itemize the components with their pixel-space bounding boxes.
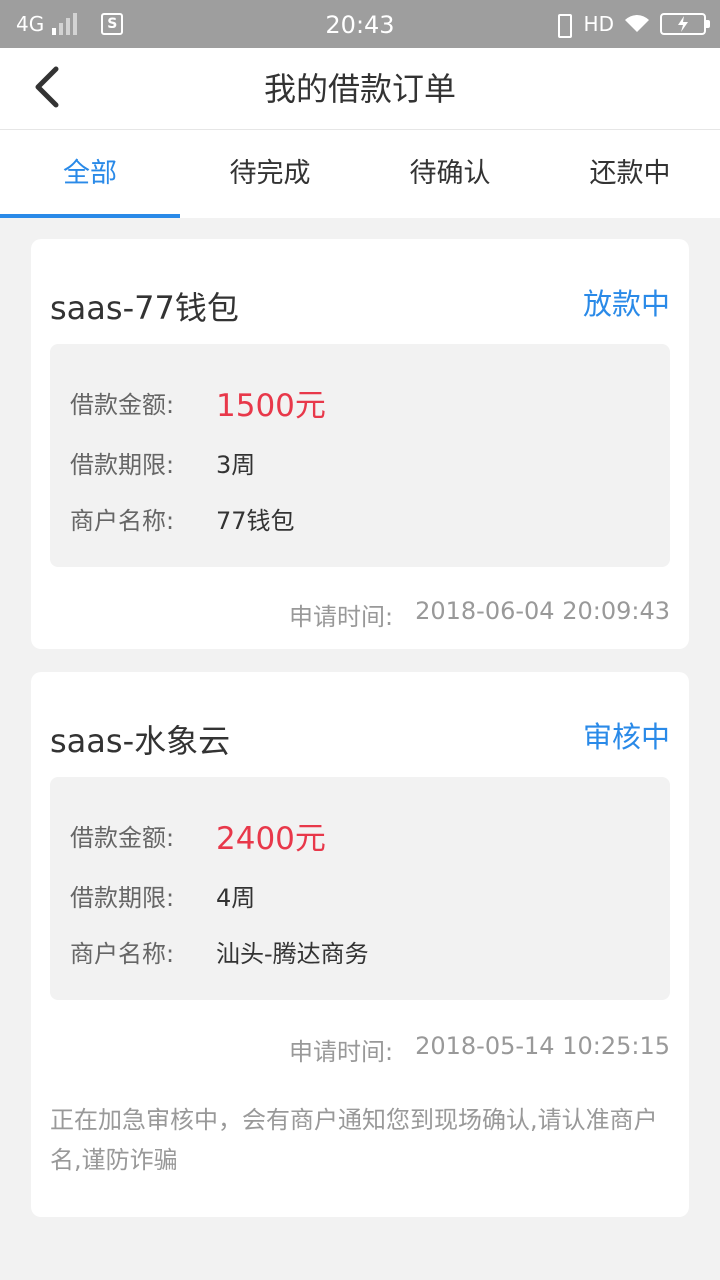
order-details: 借款金额: 1500元 借款期限: 3周 商户名称: 77钱包 xyxy=(50,344,670,567)
tab-pending-complete[interactable]: 待完成 xyxy=(180,130,360,218)
order-details: 借款金额: 2400元 借款期限: 4周 商户名称: 汕头-腾达商务 xyxy=(50,777,670,1000)
apply-time-value: 2018-05-14 10:25:15 xyxy=(415,1032,670,1060)
apply-time: 申请时间: 2018-06-04 20:09:43 xyxy=(289,597,670,632)
merchant-value: 77钱包 xyxy=(216,506,295,535)
term-value: 4周 xyxy=(216,883,256,912)
wifi-icon xyxy=(624,14,650,34)
vibrate-icon xyxy=(552,12,574,38)
review-notice: 正在加急审核中，会有商户通知您到现场确认,请认准商户名,谨防诈骗 xyxy=(50,1106,658,1174)
tab-repaying[interactable]: 还款中 xyxy=(540,130,720,218)
apply-time-label: 申请时间: xyxy=(289,1038,394,1066)
order-tabs: 全部 待完成 待确认 还款中 xyxy=(0,130,720,218)
tab-pending-confirm[interactable]: 待确认 xyxy=(360,130,540,218)
order-status: 放款中 xyxy=(582,287,670,321)
merchant-row: 商户名称: 77钱包 xyxy=(70,498,295,538)
order-status: 审核中 xyxy=(582,720,670,754)
amount-label: 借款金额: xyxy=(70,390,175,419)
amount-row: 借款金额: 1500元 xyxy=(70,382,326,424)
battery-icon xyxy=(660,13,710,35)
apply-time: 申请时间: 2018-05-14 10:25:15 xyxy=(289,1032,670,1067)
term-label: 借款期限: xyxy=(70,883,175,912)
tab-all[interactable]: 全部 xyxy=(0,130,180,218)
order-card[interactable]: saas-水象云 审核中 借款金额: 2400元 借款期限: 4周 商户名称: … xyxy=(31,672,689,1217)
term-row: 借款期限: 3周 xyxy=(70,442,255,482)
page-title: 我的借款订单 xyxy=(263,70,456,108)
hd-indicator: HD xyxy=(583,12,614,36)
status-right: HD xyxy=(552,0,710,48)
term-label: 借款期限: xyxy=(70,450,175,479)
merchant-label: 商户名称: xyxy=(70,939,175,968)
order-title: saas-水象云 xyxy=(50,722,231,760)
header: 我的借款订单 xyxy=(0,48,720,130)
status-bar: 4G S 20:43 HD xyxy=(0,0,720,48)
apply-time-label: 申请时间: xyxy=(289,603,394,631)
merchant-row: 商户名称: 汕头-腾达商务 xyxy=(70,931,369,971)
merchant-value: 汕头-腾达商务 xyxy=(216,939,369,968)
amount-value: 2400元 xyxy=(216,820,326,857)
order-card[interactable]: saas-77钱包 放款中 借款金额: 1500元 借款期限: 3周 商户名称:… xyxy=(31,239,689,649)
amount-row: 借款金额: 2400元 xyxy=(70,815,326,857)
amount-label: 借款金额: xyxy=(70,823,175,852)
merchant-label: 商户名称: xyxy=(70,506,175,535)
apply-time-value: 2018-06-04 20:09:43 xyxy=(415,597,670,625)
order-title: saas-77钱包 xyxy=(50,289,239,327)
term-value: 3周 xyxy=(216,450,256,479)
amount-value: 1500元 xyxy=(216,387,326,424)
term-row: 借款期限: 4周 xyxy=(70,875,255,915)
